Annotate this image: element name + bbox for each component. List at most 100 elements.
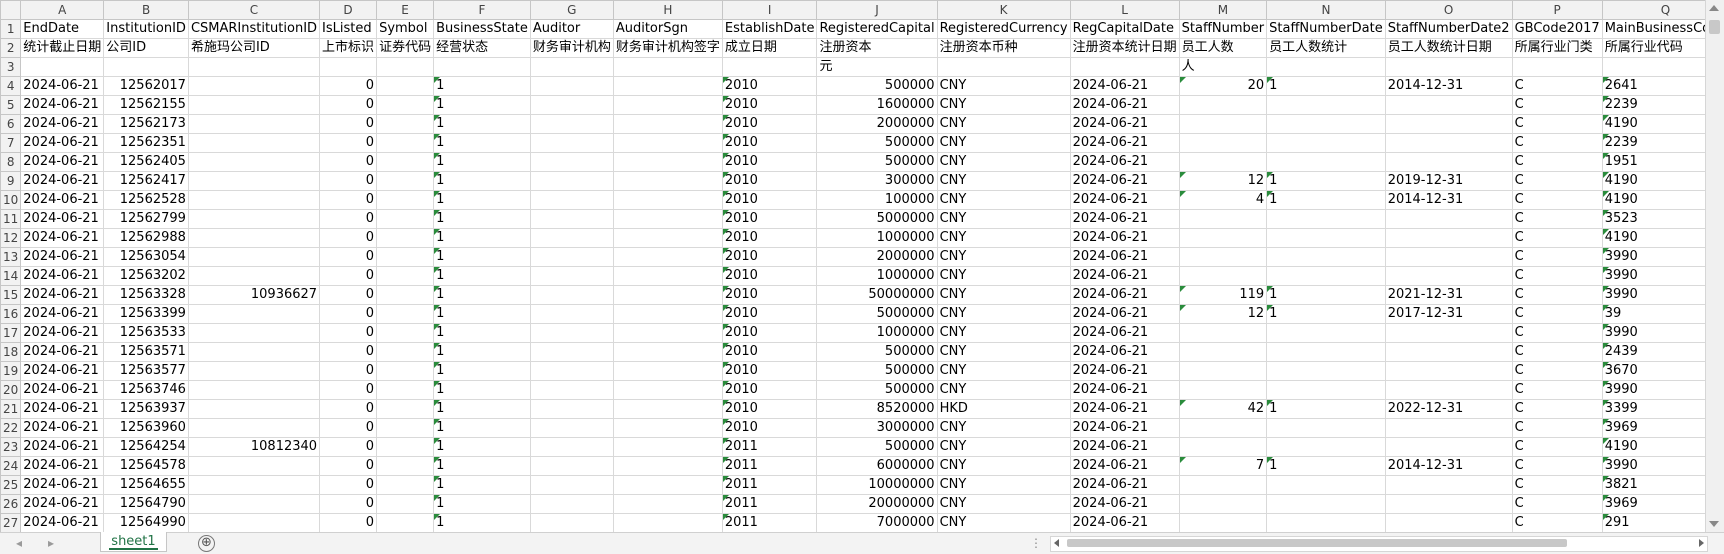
column-header-k[interactable]: K xyxy=(936,0,1071,20)
cell-n13[interactable] xyxy=(1266,247,1386,267)
cell-p20[interactable]: C xyxy=(1511,380,1603,400)
cell-h5[interactable] xyxy=(612,95,723,115)
column-header-j[interactable]: J xyxy=(816,0,938,20)
cell-g17[interactable] xyxy=(529,323,614,343)
cell-a12[interactable]: 2024-06-21 xyxy=(20,228,105,248)
cell-p6[interactable]: C xyxy=(1511,114,1603,134)
cell-g7[interactable] xyxy=(529,133,614,153)
cell-b19[interactable]: 12563577 xyxy=(103,361,189,381)
cell-n19[interactable] xyxy=(1266,361,1386,381)
cell-b10[interactable]: 12562528 xyxy=(103,190,189,210)
cell-k14[interactable]: CNY xyxy=(936,266,1071,286)
cell-m2[interactable]: 员工人数 xyxy=(1178,38,1268,58)
cell-n23[interactable] xyxy=(1266,437,1386,457)
cell-m4[interactable]: 20 xyxy=(1178,76,1268,96)
scroll-down-icon[interactable] xyxy=(1709,521,1719,527)
table-row[interactable]: 14 2024-06-21 12563202 0 1 2010 1000000 CNY 2024… xyxy=(0,266,1706,286)
cell-e8[interactable] xyxy=(376,152,435,172)
cell-q16[interactable]: 39 xyxy=(1601,304,1706,324)
table-row[interactable]: 19 2024-06-21 12563577 0 1 2010 500000 CNY 2024-… xyxy=(0,361,1706,381)
cell-o21[interactable]: 2022-12-31 xyxy=(1384,399,1513,419)
cell-o24[interactable]: 2014-12-31 xyxy=(1384,456,1513,476)
cell-j19[interactable]: 500000 xyxy=(816,361,938,381)
cell-p1[interactable]: GBCode2017 xyxy=(1511,19,1603,39)
cell-o18[interactable] xyxy=(1384,342,1513,362)
cell-c14[interactable] xyxy=(187,266,321,286)
cell-p13[interactable]: C xyxy=(1511,247,1603,267)
column-header-o[interactable]: O xyxy=(1384,0,1513,20)
row-header[interactable]: 3 xyxy=(0,57,22,77)
cell-b6[interactable]: 12562173 xyxy=(103,114,189,134)
table-row[interactable]: 22 2024-06-21 12563960 0 1 2010 3000000 CNY 2024… xyxy=(0,418,1706,438)
cell-i12[interactable]: 2010 xyxy=(721,228,818,248)
scroll-up-icon[interactable] xyxy=(1709,5,1719,11)
row-header[interactable]: 19 xyxy=(0,361,22,381)
cell-g1[interactable]: Auditor xyxy=(529,19,614,39)
cell-h8[interactable] xyxy=(612,152,723,172)
cell-c3[interactable] xyxy=(187,57,321,77)
cell-q9[interactable]: 4190 xyxy=(1601,171,1706,191)
row-header[interactable]: 7 xyxy=(0,133,22,153)
cell-q24[interactable]: 3990 xyxy=(1601,456,1706,476)
cell-a21[interactable]: 2024-06-21 xyxy=(20,399,105,419)
cell-a1[interactable]: EndDate xyxy=(20,19,105,39)
cell-o4[interactable]: 2014-12-31 xyxy=(1384,76,1513,96)
cell-l21[interactable]: 2024-06-21 xyxy=(1069,399,1180,419)
cell-e21[interactable] xyxy=(376,399,435,419)
cell-d10[interactable]: 0 xyxy=(319,190,378,210)
cell-i26[interactable]: 2011 xyxy=(721,494,818,514)
table-row[interactable]: 20 2024-06-21 12563746 0 1 2010 500000 CNY 2024-… xyxy=(0,380,1706,400)
table-row[interactable]: 13 2024-06-21 12563054 0 1 2010 2000000 CNY 2024… xyxy=(0,247,1706,267)
cell-m21[interactable]: 42 xyxy=(1178,399,1268,419)
table-row[interactable]: 27 2024-06-21 12564990 0 1 2011 7000000 CNY 2024… xyxy=(0,513,1706,532)
cell-e18[interactable] xyxy=(376,342,435,362)
cell-b21[interactable]: 12563937 xyxy=(103,399,189,419)
cell-j8[interactable]: 500000 xyxy=(816,152,938,172)
table-row[interactable]: 17 2024-06-21 12563533 0 1 2010 1000000 CNY 2024… xyxy=(0,323,1706,343)
cell-l7[interactable]: 2024-06-21 xyxy=(1069,133,1180,153)
cell-i9[interactable]: 2010 xyxy=(721,171,818,191)
cell-o16[interactable]: 2017-12-31 xyxy=(1384,304,1513,324)
cell-k18[interactable]: CNY xyxy=(936,342,1071,362)
cell-g25[interactable] xyxy=(529,475,614,495)
cell-f10[interactable]: 1 xyxy=(433,190,531,210)
cell-c2[interactable]: 希施玛公司ID xyxy=(187,38,321,58)
cell-k16[interactable]: CNY xyxy=(936,304,1071,324)
cell-h7[interactable] xyxy=(612,133,723,153)
worksheet-table[interactable]: ABCDEFGHIJKLMNOPQRSTUVWX 1EndDateInstitu… xyxy=(0,0,1706,532)
cell-f11[interactable]: 1 xyxy=(433,209,531,229)
table-row[interactable]: 1 EndDate InstitutionID CSMARInstitutionID I… xyxy=(0,19,1706,39)
cell-j6[interactable]: 2000000 xyxy=(816,114,938,134)
cell-j7[interactable]: 500000 xyxy=(816,133,938,153)
cell-n16[interactable]: 1 xyxy=(1266,304,1386,324)
cell-p10[interactable]: C xyxy=(1511,190,1603,210)
cell-c18[interactable] xyxy=(187,342,321,362)
cell-q15[interactable]: 3990 xyxy=(1601,285,1706,305)
cell-g21[interactable] xyxy=(529,399,614,419)
cell-g6[interactable] xyxy=(529,114,614,134)
cell-l15[interactable]: 2024-06-21 xyxy=(1069,285,1180,305)
cell-h3[interactable] xyxy=(612,57,723,77)
cell-l18[interactable]: 2024-06-21 xyxy=(1069,342,1180,362)
cell-n2[interactable]: 员工人数统计 xyxy=(1266,38,1386,58)
cell-o9[interactable]: 2019-12-31 xyxy=(1384,171,1513,191)
sheet-tab-sheet1[interactable]: sheet1 xyxy=(100,532,167,552)
cell-i13[interactable]: 2010 xyxy=(721,247,818,267)
cell-i20[interactable]: 2010 xyxy=(721,380,818,400)
cell-n18[interactable] xyxy=(1266,342,1386,362)
cell-p7[interactable]: C xyxy=(1511,133,1603,153)
cell-g26[interactable] xyxy=(529,494,614,514)
cell-f6[interactable]: 1 xyxy=(433,114,531,134)
cell-f17[interactable]: 1 xyxy=(433,323,531,343)
cell-d24[interactable]: 0 xyxy=(319,456,378,476)
cell-n10[interactable]: 1 xyxy=(1266,190,1386,210)
cell-m25[interactable] xyxy=(1178,475,1268,495)
cell-e19[interactable] xyxy=(376,361,435,381)
table-row[interactable]: 26 2024-06-21 12564790 0 1 2011 20000000 CNY 202… xyxy=(0,494,1706,514)
cell-n5[interactable] xyxy=(1266,95,1386,115)
cell-l22[interactable]: 2024-06-21 xyxy=(1069,418,1180,438)
cell-k19[interactable]: CNY xyxy=(936,361,1071,381)
cell-o27[interactable] xyxy=(1384,513,1513,532)
cell-b9[interactable]: 12562417 xyxy=(103,171,189,191)
cell-o12[interactable] xyxy=(1384,228,1513,248)
